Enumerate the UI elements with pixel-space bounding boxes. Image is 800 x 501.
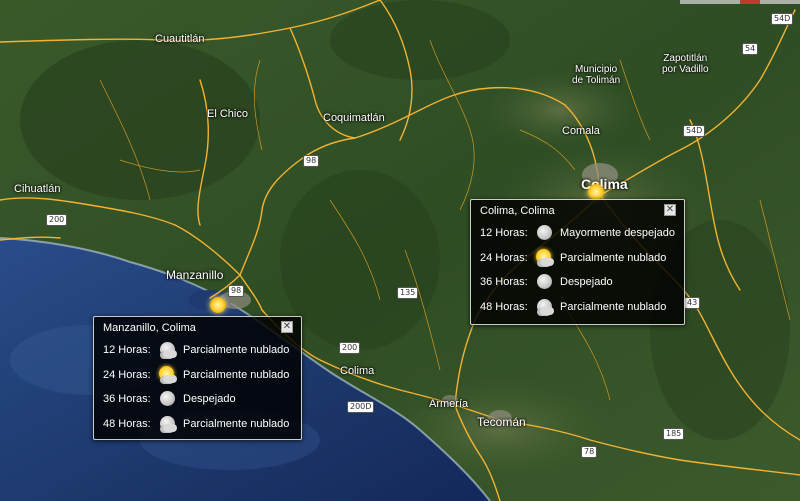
ridge-dark-4 xyxy=(330,0,510,80)
forecast-condition: Despejado xyxy=(560,276,613,289)
top-bar xyxy=(680,0,800,4)
forecast-row: 36 Horas: Despejado xyxy=(94,387,301,412)
highway-shield: 98 xyxy=(303,155,320,167)
place-cihuatlan: Cihuatlán xyxy=(14,183,61,195)
popup-title: Colima, Colima xyxy=(480,205,555,217)
popup-manzanillo: Manzanillo, Colima ✕ 12 Horas: Parcialme… xyxy=(93,316,302,440)
place-municipio-toliman: Municipio de Tolimán xyxy=(572,64,621,86)
forecast-period: 24 Horas: xyxy=(480,251,528,264)
place-cuautitlan: Cuautitlán xyxy=(155,33,205,45)
highway-shield: 54 xyxy=(742,43,759,55)
place-tecoman: Tecomán xyxy=(477,415,526,429)
forecast-condition: Parcialmente nublado xyxy=(183,417,290,430)
moon-icon xyxy=(159,390,177,408)
forecast-row: 48 Horas: Parcialmente nublado xyxy=(471,295,684,320)
forecast-period: 48 Horas: xyxy=(480,300,528,313)
sun-cloud-icon xyxy=(536,248,554,267)
close-icon[interactable]: ✕ xyxy=(281,321,293,333)
moon-icon xyxy=(536,273,554,291)
forecast-row: 24 Horas: Parcialmente nublado xyxy=(471,246,684,271)
forecast-condition: Despejado xyxy=(183,393,236,406)
place-comala: Comala xyxy=(562,125,600,137)
close-icon[interactable]: ✕ xyxy=(664,204,676,216)
place-el-chico: El Chico xyxy=(207,108,248,120)
forecast-row: 12 Horas: Parcialmente nublado xyxy=(94,338,301,363)
forecast-period: 24 Horas: xyxy=(103,368,151,381)
place-armeria: Armería xyxy=(429,398,469,410)
highway-shield: 185 xyxy=(663,428,685,440)
sun-cloud-icon xyxy=(159,365,177,384)
ridge-dark-1 xyxy=(20,40,260,200)
forecast-row: 24 Horas: Parcialmente nublado xyxy=(94,363,301,388)
forecast-row: 12 Horas: Mayormente despejado xyxy=(471,221,684,246)
forecast-condition: Parcialmente nublado xyxy=(183,344,290,357)
moon-cloud-icon xyxy=(159,415,177,433)
ridge-dark-2 xyxy=(280,170,440,350)
place-manzanillo: Manzanillo xyxy=(166,268,224,282)
place-colima-town: Colima xyxy=(340,365,375,377)
highway-shield: 78 xyxy=(581,446,598,458)
weather-marker-colima[interactable] xyxy=(588,184,604,200)
highway-shield: 200D xyxy=(347,401,375,413)
place-coquimatlan: Coquimatlán xyxy=(323,112,385,124)
forecast-period: 48 Horas: xyxy=(103,417,151,430)
highway-shield: 200 xyxy=(46,214,68,226)
highway-shield: 54D xyxy=(771,13,794,25)
highway-shield: 43 xyxy=(684,297,701,309)
moon-cloud-icon xyxy=(536,298,554,316)
forecast-period: 12 Horas: xyxy=(103,344,151,357)
forecast-condition: Parcialmente nublado xyxy=(183,368,290,381)
forecast-condition: Mayormente despejado xyxy=(560,227,675,240)
weather-marker-manzanillo[interactable] xyxy=(210,297,226,313)
forecast-condition: Parcialmente nublado xyxy=(560,300,667,313)
moon-icon xyxy=(536,224,554,242)
popup-title: Manzanillo, Colima xyxy=(103,322,196,334)
forecast-period: 12 Horas: xyxy=(480,227,528,240)
highway-shield: 98 xyxy=(228,285,245,297)
forecast-period: 36 Horas: xyxy=(480,276,528,289)
forecast-period: 36 Horas: xyxy=(103,393,151,406)
moon-cloud-icon xyxy=(159,341,177,359)
place-zapotitlan: Zapotitlán por Vadillo xyxy=(662,53,709,75)
highway-shield: 200 xyxy=(339,342,361,354)
highway-shield: 54D xyxy=(683,125,706,137)
highway-shield: 135 xyxy=(397,287,419,299)
popup-colima: Colima, Colima ✕ 12 Horas: Mayormente de… xyxy=(470,199,685,325)
forecast-row: 36 Horas: Despejado xyxy=(471,270,684,295)
forecast-condition: Parcialmente nublado xyxy=(560,251,667,264)
forecast-row: 48 Horas: Parcialmente nublado xyxy=(94,412,301,437)
